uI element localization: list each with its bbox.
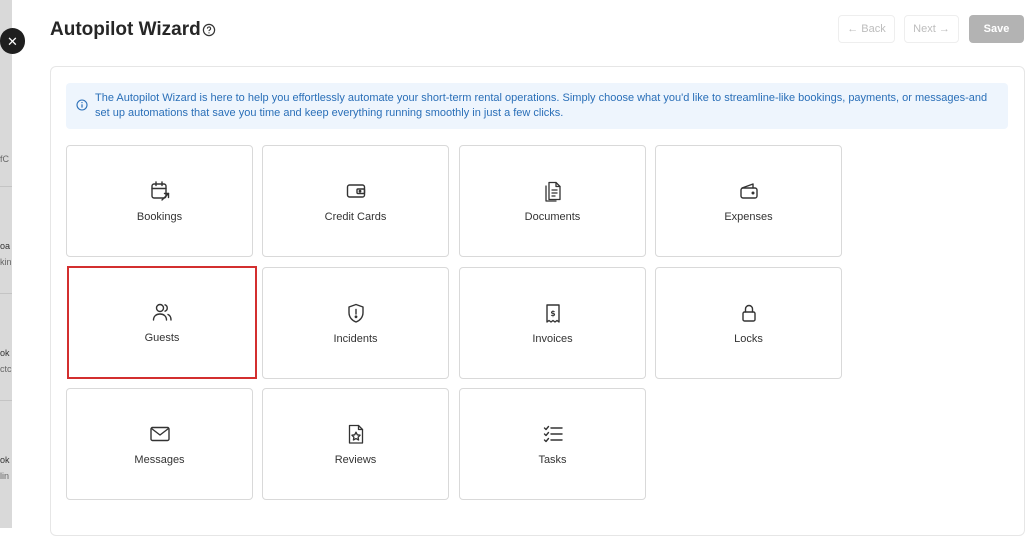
close-icon: ✕ bbox=[7, 33, 18, 49]
category-tile-expenses[interactable]: Expenses bbox=[655, 145, 842, 257]
category-tile-guests[interactable]: Guests bbox=[67, 266, 257, 379]
shield-alert-icon bbox=[347, 303, 364, 323]
background-text: ok bbox=[0, 348, 10, 358]
category-label: Documents bbox=[524, 211, 581, 223]
divider bbox=[0, 293, 12, 294]
checklist-icon bbox=[543, 425, 563, 443]
category-tile-documents[interactable]: Documents bbox=[459, 145, 646, 257]
svg-text:$: $ bbox=[550, 309, 555, 318]
background-text: oa bbox=[0, 241, 11, 251]
page-title: Autopilot Wizard bbox=[50, 19, 201, 40]
category-tile-incidents[interactable]: Incidents bbox=[262, 267, 449, 379]
category-label: Invoices bbox=[532, 333, 573, 345]
category-label: Reviews bbox=[334, 454, 377, 466]
category-label: Locks bbox=[734, 333, 763, 345]
info-icon bbox=[76, 99, 88, 111]
background-text: kin bbox=[0, 257, 12, 267]
mail-icon bbox=[149, 426, 170, 442]
documents-icon bbox=[544, 181, 561, 202]
close-button[interactable]: ✕ bbox=[0, 28, 25, 54]
users-icon bbox=[152, 303, 172, 321]
back-button[interactable]: ← Back bbox=[838, 15, 895, 43]
category-label: Credit Cards bbox=[324, 211, 387, 223]
autopilot-wizard-panel: Autopilot Wizard ← Back Next → Save The … bbox=[12, 0, 1035, 536]
category-tile-messages[interactable]: Messages bbox=[66, 388, 253, 500]
file-star-icon bbox=[348, 424, 363, 444]
wallet-icon bbox=[739, 183, 758, 199]
info-text: The Autopilot Wizard is here to help you… bbox=[95, 92, 988, 119]
background-page: fC oa kin ok ctc ok lin bbox=[0, 0, 12, 528]
lock-icon bbox=[741, 304, 756, 322]
background-text: lin bbox=[0, 471, 10, 481]
receipt-dollar-icon: $ bbox=[545, 304, 560, 323]
background-text: fC bbox=[0, 154, 9, 164]
category-label: Messages bbox=[134, 454, 185, 466]
category-label: Bookings bbox=[136, 211, 183, 223]
category-tile-locks[interactable]: Locks bbox=[655, 267, 842, 379]
next-button[interactable]: Next → bbox=[904, 15, 959, 43]
background-text: ctc bbox=[0, 364, 12, 374]
category-label: Guests bbox=[144, 332, 180, 344]
help-circle-icon[interactable] bbox=[202, 23, 216, 37]
background-text: ok bbox=[0, 455, 10, 465]
wallet-card-icon bbox=[346, 184, 365, 198]
category-tile-invoices[interactable]: $ Invoices bbox=[459, 267, 646, 379]
category-tile-reviews[interactable]: Reviews bbox=[262, 388, 449, 500]
info-banner: The Autopilot Wizard is here to help you… bbox=[66, 83, 1008, 129]
category-tile-tasks[interactable]: Tasks bbox=[459, 388, 646, 500]
category-tile-bookings[interactable]: Bookings bbox=[66, 145, 253, 257]
category-label: Expenses bbox=[724, 211, 773, 223]
calendar-arrow-icon bbox=[150, 181, 169, 201]
category-label: Tasks bbox=[538, 454, 567, 466]
category-tile-credit-cards[interactable]: Credit Cards bbox=[262, 145, 449, 257]
divider bbox=[0, 186, 12, 187]
category-label: Incidents bbox=[333, 333, 378, 345]
save-button[interactable]: Save bbox=[969, 15, 1024, 43]
divider bbox=[0, 400, 12, 401]
